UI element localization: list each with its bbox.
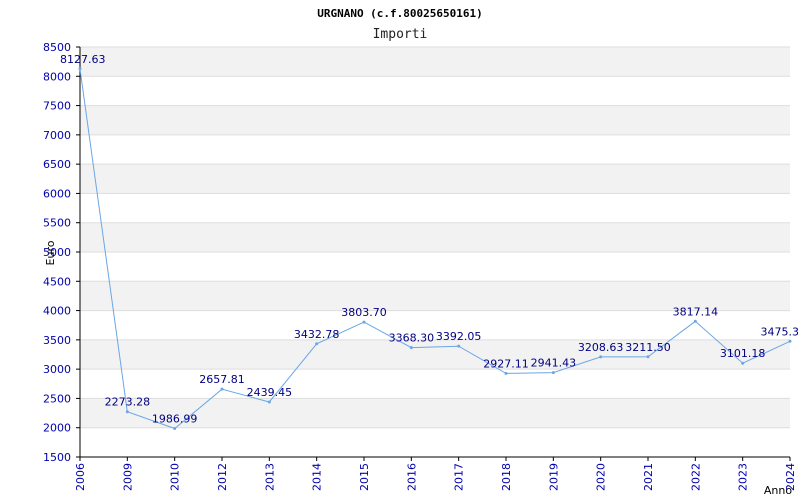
data-point bbox=[173, 426, 177, 430]
data-point bbox=[788, 339, 792, 343]
y-tick-label: 7000 bbox=[43, 129, 71, 142]
x-tick-label: 2019 bbox=[547, 463, 560, 491]
data-point bbox=[646, 355, 650, 359]
data-point bbox=[125, 410, 129, 414]
y-tick-label: 3500 bbox=[43, 334, 71, 347]
data-point bbox=[315, 342, 319, 346]
y-tick-label: 4000 bbox=[43, 305, 71, 318]
data-point bbox=[220, 387, 224, 391]
y-tick-label: 2500 bbox=[43, 392, 71, 405]
y-tick-label: 5500 bbox=[43, 217, 71, 230]
y-tick-label: 4500 bbox=[43, 275, 71, 288]
grid-band bbox=[80, 164, 790, 194]
data-label: 2927.11 bbox=[483, 357, 529, 370]
line-chart: 1500200025003000350040004500500055006000… bbox=[43, 7, 800, 497]
x-tick-label: 2010 bbox=[169, 463, 182, 491]
data-point bbox=[741, 361, 745, 365]
data-point bbox=[78, 67, 82, 71]
chart-subtitle: Importi bbox=[373, 27, 428, 42]
data-label: 3392.05 bbox=[436, 330, 482, 343]
x-tick-label: 2015 bbox=[358, 463, 371, 491]
grid-bands bbox=[80, 47, 790, 428]
data-point bbox=[362, 320, 366, 324]
x-tick-label: 2020 bbox=[595, 463, 608, 491]
data-label: 3368.30 bbox=[389, 332, 435, 345]
x-tick-label: 2014 bbox=[311, 463, 324, 491]
data-point bbox=[267, 400, 271, 404]
data-label: 3211.50 bbox=[625, 341, 671, 354]
x-axis-ticks: 2006 2009 2010 2012 2013 2014 2015 2016 2017 2018… bbox=[74, 457, 797, 491]
x-tick-label: 2023 bbox=[737, 463, 750, 491]
data-point bbox=[409, 346, 413, 350]
x-tick-label: 2017 bbox=[453, 463, 466, 491]
data-point bbox=[551, 371, 555, 375]
x-tick-label: 2021 bbox=[642, 463, 655, 491]
data-point bbox=[504, 371, 508, 375]
grid-band bbox=[80, 339, 790, 370]
data-label: 3803.70 bbox=[341, 306, 387, 319]
x-tick-label: 2013 bbox=[263, 463, 276, 491]
data-point bbox=[599, 355, 603, 359]
y-axis-label: Euro bbox=[44, 240, 57, 265]
data-label: 3208.63 bbox=[578, 341, 624, 354]
x-tick-label: 2006 bbox=[74, 463, 87, 491]
data-label: 2273.28 bbox=[105, 396, 151, 409]
data-label: 3475.3 bbox=[761, 325, 800, 338]
y-tick-label: 1500 bbox=[43, 451, 71, 464]
x-tick-label: 2018 bbox=[500, 463, 513, 491]
y-tick-label: 7500 bbox=[43, 100, 71, 113]
grid-band bbox=[80, 47, 790, 77]
data-label: 2657.81 bbox=[199, 373, 245, 386]
y-tick-label: 3000 bbox=[43, 363, 71, 376]
data-label: 3432.78 bbox=[294, 328, 340, 341]
data-label: 2439.45 bbox=[247, 386, 293, 399]
data-point bbox=[693, 319, 697, 323]
data-label: 8127.63 bbox=[60, 53, 106, 66]
data-label: 2941.43 bbox=[531, 357, 577, 370]
x-tick-label: 2016 bbox=[405, 463, 418, 491]
x-tick-label: 2009 bbox=[121, 463, 134, 491]
grid-band bbox=[80, 105, 790, 135]
x-tick-label: 2012 bbox=[216, 463, 229, 491]
x-tick-label: 2022 bbox=[689, 463, 702, 491]
x-axis-label: Anno bbox=[764, 484, 792, 497]
chart-container: 1500 2000 2500 3000 3500 4000 4500 5000 5500 6000… bbox=[0, 0, 800, 500]
data-label: 3817.14 bbox=[673, 305, 719, 318]
y-tick-label: 8000 bbox=[43, 70, 71, 83]
y-tick-label: 6500 bbox=[43, 158, 71, 171]
y-tick-label: 6000 bbox=[43, 187, 71, 200]
data-label: 1986.99 bbox=[152, 412, 198, 425]
grid-band bbox=[80, 222, 790, 252]
data-point bbox=[457, 344, 461, 348]
data-label: 3101.18 bbox=[720, 347, 766, 360]
chart-title: URGNANO (c.f.80025650161) bbox=[317, 7, 483, 20]
y-tick-label: 2000 bbox=[43, 422, 71, 435]
